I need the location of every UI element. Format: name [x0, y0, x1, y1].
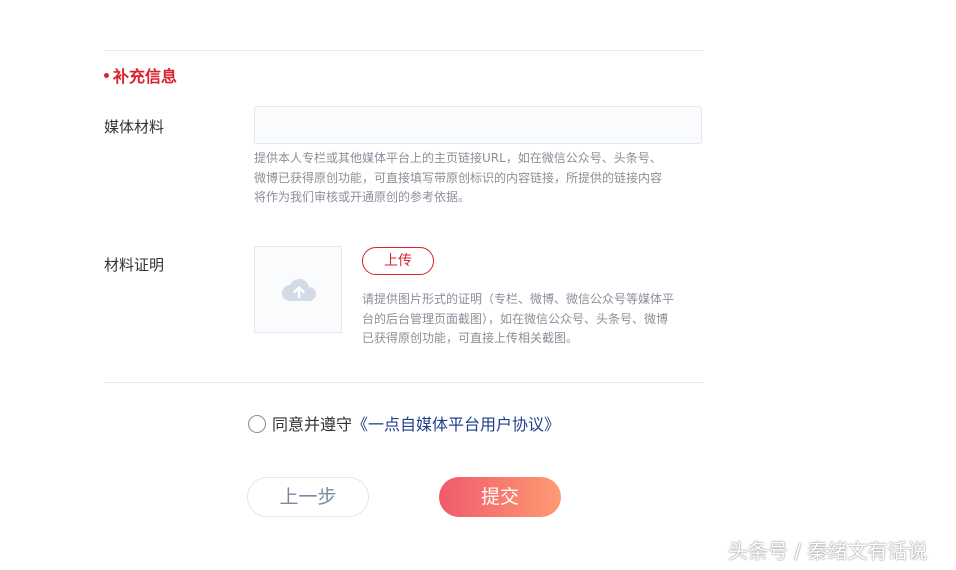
- bottom-divider: [104, 382, 704, 383]
- material-proof-hint: 请提供图片形式的证明（专栏、微博、微信公众号等媒体平 台的后台管理页面截图），如…: [362, 290, 707, 349]
- agreement-link[interactable]: 《一点自媒体平台用户协议》: [352, 415, 560, 434]
- media-material-hint-line: 提供本人专栏或其他媒体平台上的主页链接URL，如在微信公众号、头条号、: [254, 151, 662, 165]
- material-proof-hint-line: 已获得原创功能，可直接上传相关截图。: [362, 331, 579, 345]
- media-material-input[interactable]: [254, 106, 702, 144]
- prev-step-button[interactable]: 上一步: [247, 477, 369, 517]
- agreement-prefix: 同意并遵守: [272, 415, 353, 434]
- cloud-upload-icon: [282, 278, 316, 301]
- media-material-hint-line: 将作为我们审核或开通原创的参考依据。: [254, 190, 471, 204]
- submit-button[interactable]: 提交: [439, 477, 561, 517]
- section-title: 补充信息: [104, 66, 177, 88]
- top-divider: [104, 50, 704, 51]
- agreement-radio[interactable]: [248, 415, 266, 433]
- section-title-text: 补充信息: [113, 67, 178, 86]
- image-upload-area[interactable]: [254, 246, 342, 333]
- upload-button[interactable]: 上传: [362, 247, 434, 275]
- material-proof-label: 材料证明: [104, 256, 165, 274]
- bullet-dot-icon: [104, 73, 109, 78]
- material-proof-hint-line: 请提供图片形式的证明（专栏、微博、微信公众号等媒体平: [362, 292, 675, 306]
- agreement-text: 同意并遵守《一点自媒体平台用户协议》: [272, 414, 560, 436]
- watermark: 头条号 / 秦绪文有话说: [728, 539, 928, 563]
- media-material-label: 媒体材料: [104, 118, 165, 136]
- media-material-hint-line: 微博已获得原创功能，可直接填写带原创标识的内容链接，所提供的链接内容: [254, 170, 663, 185]
- media-material-hint: 提供本人专栏或其他媒体平台上的主页链接URL，如在微信公众号、头条号、 微博已获…: [254, 149, 704, 208]
- material-proof-hint-line: 台的后台管理页面截图），如在微信公众号、头条号、微博: [362, 311, 669, 326]
